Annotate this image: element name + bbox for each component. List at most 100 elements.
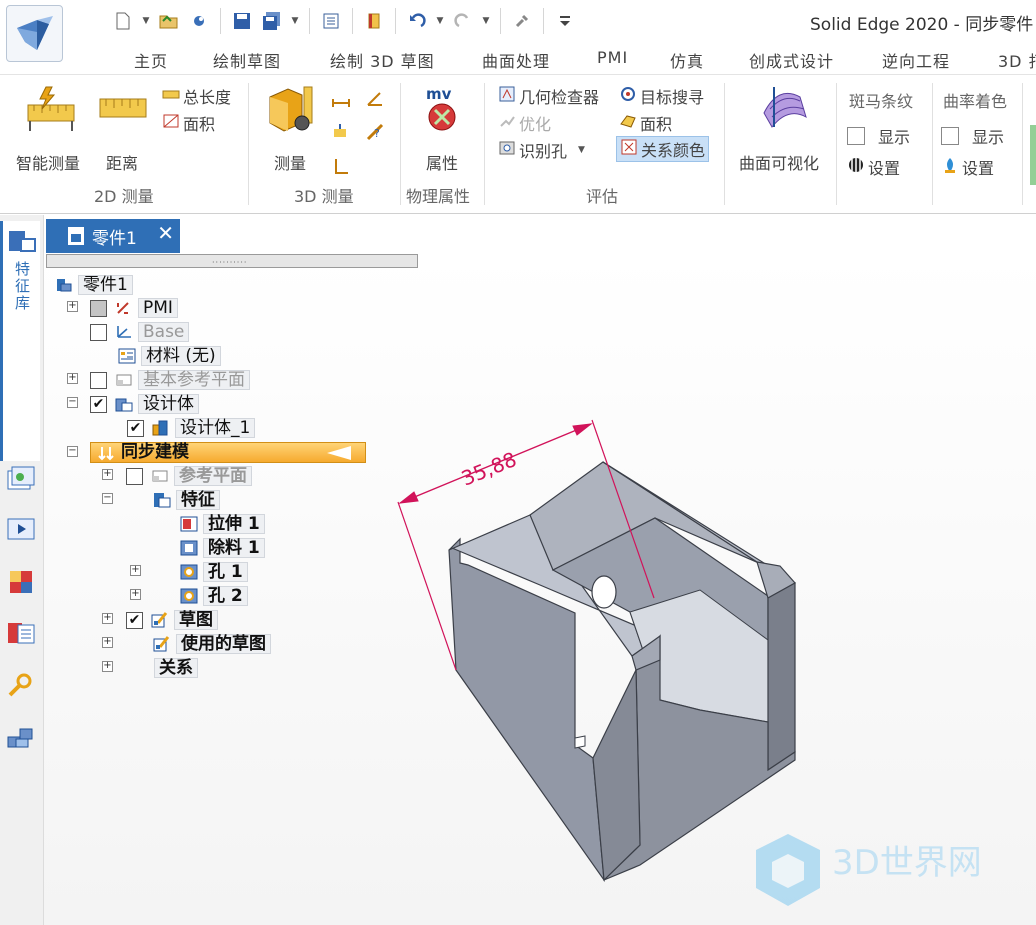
measure-normal-icon[interactable]: [332, 123, 350, 143]
tree-node-design-body-1[interactable]: ✔ 设计体_1: [127, 417, 256, 439]
render-icon[interactable]: [186, 8, 212, 34]
total-length-button[interactable]: 总长度: [162, 84, 231, 108]
relationship-colors-button[interactable]: 关系颜色: [616, 136, 710, 162]
close-icon[interactable]: ✕: [157, 221, 174, 245]
tab-3d-print[interactable]: 3D 打: [998, 48, 1036, 72]
tree-node-hole-2[interactable]: 孔 2: [178, 585, 248, 607]
tree-node-features[interactable]: 特征: [151, 489, 220, 511]
pathfinder-splitter[interactable]: ··········: [46, 254, 418, 268]
undo-dropdown-chevron-icon[interactable]: ▼: [434, 8, 446, 34]
measure-3d-label[interactable]: 测量: [274, 150, 306, 174]
app-logo-button[interactable]: [6, 5, 63, 62]
document-tab[interactable]: 零件1 ✕: [46, 219, 180, 253]
tree-node-sketch[interactable]: ✔ 草图: [126, 609, 218, 631]
optimize-button[interactable]: 优化: [498, 111, 551, 135]
video-icon[interactable]: [6, 515, 36, 543]
expand-toggle[interactable]: +: [102, 469, 113, 480]
collapse-toggle[interactable]: −: [102, 493, 113, 504]
save-dropdown-chevron-icon[interactable]: ▼: [289, 8, 301, 34]
design-body-visibility-checkbox[interactable]: ✔: [90, 395, 107, 413]
measure-3d-icon[interactable]: [266, 83, 318, 139]
undo-icon[interactable]: [404, 8, 430, 34]
tree-node-hole-1[interactable]: 孔 1: [178, 561, 248, 583]
expand-toggle[interactable]: +: [102, 661, 113, 672]
recognize-holes-button[interactable]: 识别孔 ▼: [498, 138, 585, 162]
base-visibility-checkbox[interactable]: [90, 323, 107, 341]
smart-measure-icon[interactable]: [26, 85, 76, 139]
tree-node-material[interactable]: 材料 (无): [116, 345, 221, 367]
open-icon[interactable]: [156, 8, 182, 34]
properties-icon[interactable]: [318, 8, 344, 34]
measure-help-icon[interactable]: ?: [366, 123, 384, 145]
measure-linear-icon[interactable]: [332, 91, 350, 111]
curvature-settings-button[interactable]: 设置: [941, 155, 994, 179]
expand-toggle[interactable]: +: [130, 565, 141, 576]
expand-toggle[interactable]: +: [102, 613, 113, 624]
curvature-show-checkbox[interactable]: 显示: [941, 124, 1004, 148]
physical-properties-icon[interactable]: mv: [422, 85, 468, 139]
assembly-blocks-icon[interactable]: [6, 723, 36, 751]
tree-node-relations[interactable]: 关系: [151, 657, 198, 679]
tree-node-extrude-1[interactable]: 拉伸 1: [178, 513, 265, 535]
new-document-icon[interactable]: [110, 8, 136, 34]
tab-3d-sketch[interactable]: 绘制 3D 草图: [330, 48, 435, 72]
tab-reverse-engineering[interactable]: 逆向工程: [882, 48, 950, 72]
tree-node-root[interactable]: 零件1: [53, 274, 133, 296]
save-all-icon[interactable]: [259, 8, 285, 34]
expand-toggle[interactable]: +: [130, 589, 141, 600]
pmi-visibility-checkbox[interactable]: [90, 299, 107, 317]
physical-properties-label[interactable]: 属性: [426, 150, 458, 174]
tree-node-ref-planes[interactable]: 参考平面: [126, 465, 252, 487]
tab-generative-design[interactable]: 创成式设计: [749, 48, 834, 72]
color-palette-icon[interactable]: [6, 567, 36, 595]
tab-pmi[interactable]: PMI: [597, 48, 628, 67]
sketch-visibility-checkbox[interactable]: ✔: [126, 611, 143, 629]
expand-toggle[interactable]: +: [102, 637, 113, 648]
feature-library-tab[interactable]: 特征库: [0, 221, 40, 461]
tree-node-synchronous[interactable]: 同步建模: [90, 442, 366, 463]
tool-icon[interactable]: [509, 8, 535, 34]
measure-inspect-icon[interactable]: [332, 157, 350, 179]
customize-icon[interactable]: [552, 8, 578, 34]
zebra-show-checkbox[interactable]: 显示: [847, 124, 910, 148]
tab-home[interactable]: 主页: [134, 48, 168, 72]
surface-visualization-label[interactable]: 曲面可视化: [739, 150, 819, 174]
tree-node-design-body[interactable]: ✔ 设计体: [90, 393, 199, 415]
save-icon[interactable]: [229, 8, 255, 34]
tree-node-base[interactable]: Base: [90, 321, 190, 343]
smart-measure-label[interactable]: 智能测量: [16, 150, 80, 174]
measure-angle-icon[interactable]: [366, 91, 384, 111]
tree-node-cutout-1[interactable]: 除料 1: [178, 537, 265, 559]
area-2d-button[interactable]: 面积: [162, 111, 215, 135]
zebra-settings-button[interactable]: 设置: [847, 155, 900, 179]
area-3d-button[interactable]: 面积: [619, 111, 672, 135]
tree-node-base-planes[interactable]: 基本参考平面: [90, 369, 250, 391]
new-dropdown-chevron-icon[interactable]: ▼: [140, 8, 152, 34]
surface-visualization-icon[interactable]: [760, 83, 810, 137]
geometry-inspector-button[interactable]: 几何检查器: [498, 84, 599, 108]
distance-icon[interactable]: [98, 91, 148, 131]
tree-node-used-sketches[interactable]: 使用的草图: [151, 633, 271, 655]
base-planes-visibility-checkbox[interactable]: [90, 371, 107, 389]
collapse-toggle[interactable]: −: [67, 397, 78, 408]
tab-simulation[interactable]: 仿真: [670, 48, 704, 72]
layers-icon[interactable]: [6, 465, 36, 493]
zebra-show-check[interactable]: [847, 127, 865, 145]
redo-dropdown-chevron-icon[interactable]: ▼: [480, 8, 492, 34]
tab-surfacing[interactable]: 曲面处理: [482, 48, 550, 72]
collapse-toggle[interactable]: −: [67, 446, 78, 457]
redo-icon[interactable]: [450, 8, 476, 34]
book-icon[interactable]: [361, 8, 387, 34]
expand-toggle[interactable]: +: [67, 301, 78, 312]
recognize-holes-dropdown-icon[interactable]: ▼: [578, 145, 585, 155]
tree-node-pmi[interactable]: PMI: [90, 297, 178, 319]
curvature-show-check[interactable]: [941, 127, 959, 145]
expand-toggle[interactable]: +: [67, 373, 78, 384]
distance-label[interactable]: 距离: [106, 150, 138, 174]
ref-planes-visibility-checkbox[interactable]: [126, 467, 143, 485]
part-properties-icon[interactable]: [6, 619, 36, 647]
target-seek-button[interactable]: 目标搜寻: [619, 84, 704, 108]
tab-sketch[interactable]: 绘制草图: [213, 48, 281, 72]
pipe-wrench-icon[interactable]: [6, 671, 36, 699]
design-body-1-visibility-checkbox[interactable]: ✔: [127, 419, 144, 437]
